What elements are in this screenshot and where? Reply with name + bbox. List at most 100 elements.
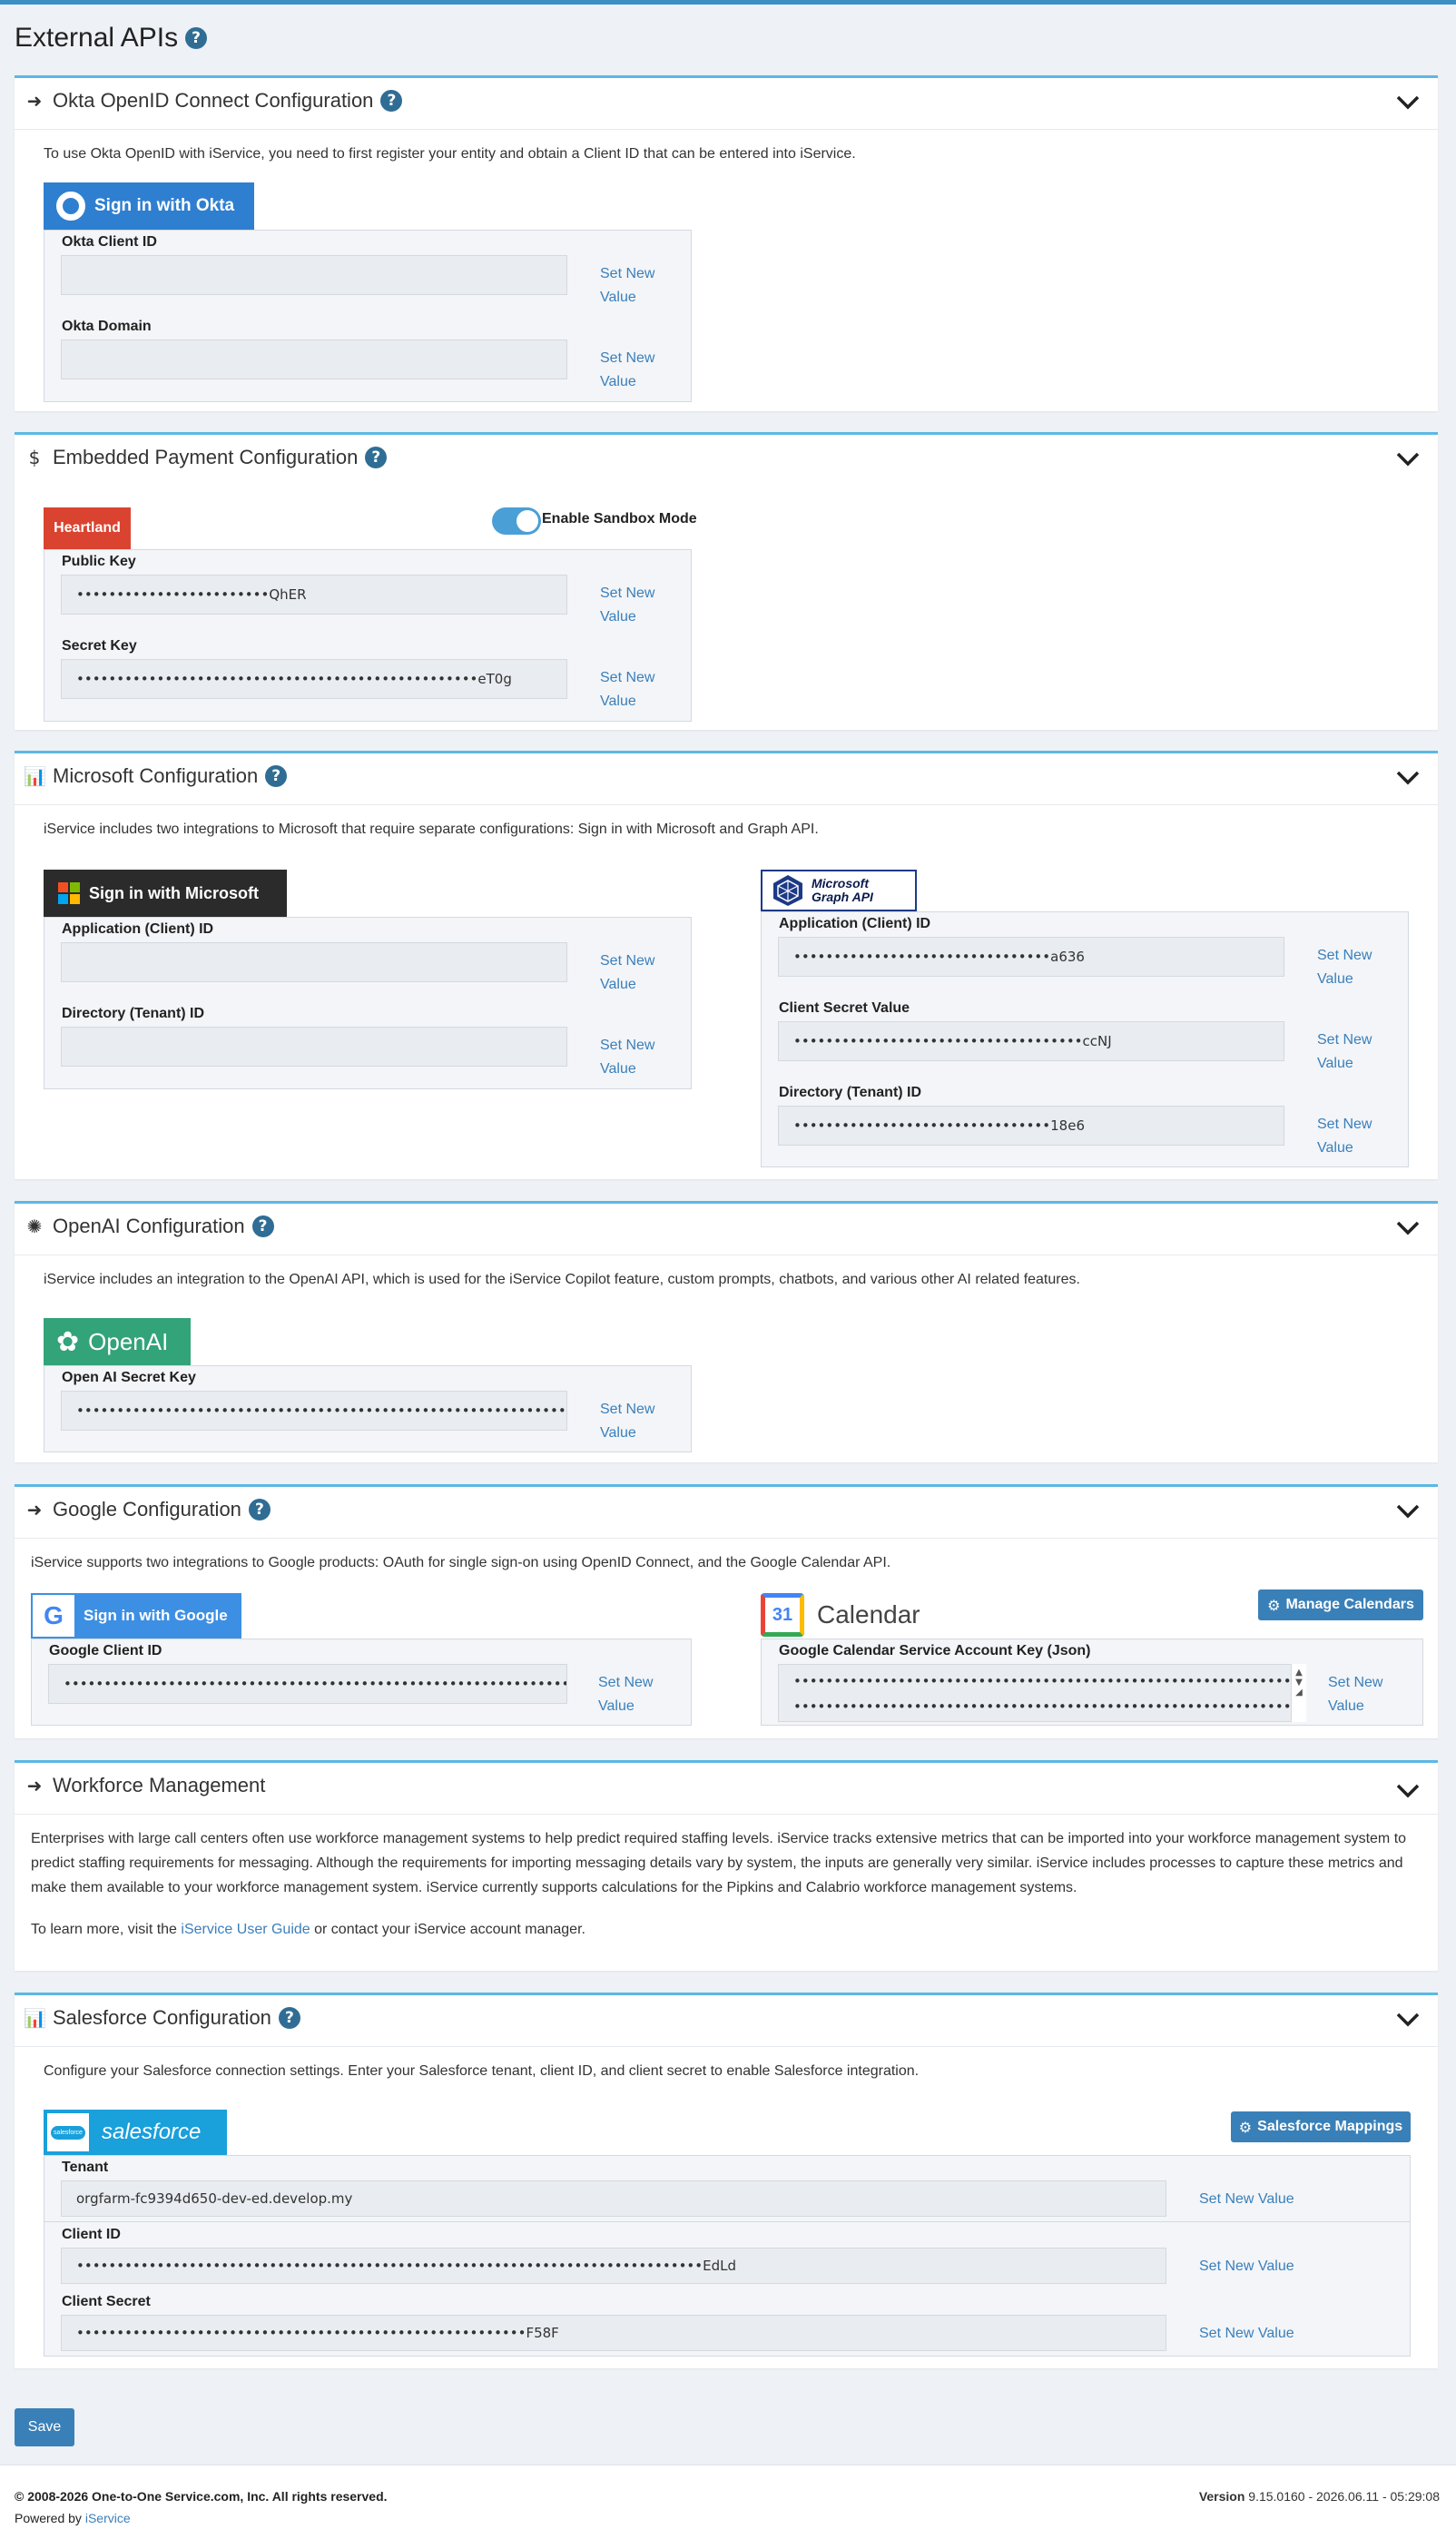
okta-domain-set-new-value-link[interactable]: Set New Value [600,347,654,394]
value-text: Value [600,694,636,709]
value-text: Value [600,1425,636,1441]
textarea-scrollbar[interactable]: ▲ ▼ ◢ [1292,1664,1306,1722]
value-text: Value [600,1061,636,1077]
help-icon[interactable]: ? [251,1215,274,1237]
client-secret-label: Client Secret [62,2294,151,2309]
google-panel-header[interactable]: ➜ Google Configuration ? [24,1498,271,1521]
calendar-service-key-label: Google Calendar Service Account Key (Jso… [779,1643,1091,1658]
graph-directory-tenant-id-set-new-value-link[interactable]: Set New Value [1317,1113,1372,1160]
divider [15,1814,1438,1815]
chevron-down-icon[interactable] [1394,91,1422,113]
sandbox-mode-label: Enable Sandbox Mode [542,511,697,526]
okta-badge-label: Sign in with Okta [94,196,235,215]
secret-key-set-new-value-link[interactable]: Set New Value [600,666,654,713]
graph-app-client-id-set-new-value-link[interactable]: Set New Value [1317,944,1372,991]
workforce-panel-header[interactable]: ➜ Workforce Management [24,1774,266,1797]
learn-more-prefix: To learn more, visit the [31,1922,182,1937]
public-key-field[interactable]: ••••••••••••••••••••••••QhER [61,575,567,615]
tenant-field[interactable]: orgfarm-fc9394d650-dev-ed.develop.my [61,2180,1166,2217]
directory-tenant-id-set-new-value-link[interactable]: Set New Value [600,1034,654,1081]
tenant-set-new-value-link[interactable]: Set New Value [1199,2188,1294,2211]
help-icon[interactable]: ? [380,90,403,112]
client-id-set-new-value-link[interactable]: Set New Value [1199,2255,1294,2278]
graph-client-secret-field[interactable]: ••••••••••••••••••••••••••••••••••••ccNJ [778,1021,1284,1061]
google-client-id-set-new-value-link[interactable]: Set New Value [598,1671,653,1718]
divider [15,804,1438,805]
page-title: External APIs ? [15,23,208,54]
chevron-down-icon[interactable] [1394,448,1422,469]
google-client-id-field[interactable]: ••••••••••••••••••••••••••••••••••••••••… [48,1664,567,1704]
google-signin-fields-box: Google Client ID •••••••••••••••••••••••… [31,1639,692,1726]
calendar-service-key-textarea[interactable]: ••••••••••••••••••••••••••••••••••••••••… [778,1664,1292,1722]
user-guide-link[interactable]: iService User Guide [181,1922,310,1937]
help-icon[interactable]: ? [365,447,388,468]
graph-app-client-id-field[interactable]: ••••••••••••••••••••••••••••••••a636 [778,937,1284,977]
microsoft-badge-label: Sign in with Microsoft [89,883,259,902]
chevron-down-icon[interactable] [1394,1779,1422,1801]
google-logo-icon: G [33,1595,74,1637]
microsoft-panel-header[interactable]: 📊 Microsoft Configuration ? [24,764,288,788]
calendar-service-key-set-new-value-link[interactable]: Set New Value [1328,1671,1382,1718]
okta-logo-icon [56,192,85,221]
sign-in-icon: ➜ [26,90,43,112]
set-new-text: Set New [1317,948,1372,963]
okta-description: To use Okta OpenID with iService, you ne… [44,146,856,162]
help-icon[interactable]: ? [185,27,208,49]
app-client-id-field[interactable] [61,942,567,982]
client-secret-field[interactable]: ••••••••••••••••••••••••••••••••••••••••… [61,2315,1166,2351]
divider [15,129,1438,130]
heartland-badge-label: Heartland [54,520,121,536]
client-id-field[interactable]: ••••••••••••••••••••••••••••••••••••••••… [61,2248,1166,2284]
openai-secret-key-field[interactable]: ••••••••••••••••••••••••••••••••••••••••… [61,1391,567,1431]
salesforce-panel-header[interactable]: 📊 Salesforce Configuration ? [24,2006,300,2030]
openai-badge: ✿ OpenAI [44,1318,191,1365]
sign-in-icon: ➜ [26,1775,43,1796]
app-client-id-set-new-value-link[interactable]: Set New Value [600,950,654,997]
okta-panel-header[interactable]: ➜ Okta OpenID Connect Configuration ? [24,89,403,113]
powered-by-label: Powered by [15,2511,85,2525]
iservice-link[interactable]: iService [85,2511,131,2525]
help-icon[interactable]: ? [265,765,288,787]
payment-panel-title: Embedded Payment Configuration [53,446,359,468]
chevron-down-icon[interactable] [1394,766,1422,788]
openai-secret-key-set-new-value-link[interactable]: Set New Value [600,1398,654,1445]
salesforce-mappings-button[interactable]: ⚙ Salesforce Mappings [1231,2111,1411,2142]
graph-client-secret-set-new-value-link[interactable]: Set New Value [1317,1028,1372,1076]
payment-panel-header[interactable]: $ Embedded Payment Configuration ? [24,446,388,469]
chevron-down-icon[interactable] [1394,2008,1422,2030]
chevron-down-icon[interactable] [1394,1216,1422,1238]
okta-domain-field[interactable] [61,340,567,379]
salesforce-badge-label: salesforce [102,2120,202,2144]
help-icon[interactable]: ? [248,1499,271,1520]
graph-badge-line-1: Microsoft [812,876,869,891]
okta-client-id-field[interactable] [61,255,567,295]
openai-panel-header[interactable]: ✺ OpenAI Configuration ? [24,1215,274,1238]
directory-tenant-id-field[interactable] [61,1027,567,1067]
graph-api-logo-icon [773,875,802,906]
public-key-set-new-value-link[interactable]: Set New Value [600,582,654,629]
footer: © 2008-2026 One-to-One Service.com, Inc.… [0,2465,1456,2539]
chevron-down-icon[interactable] [1394,1500,1422,1521]
graph-directory-tenant-id-field[interactable]: ••••••••••••••••••••••••••••••••18e6 [778,1106,1284,1146]
manage-calendars-button[interactable]: ⚙ Manage Calendars [1258,1589,1423,1620]
help-icon[interactable]: ? [278,2007,300,2029]
graph-api-fields-box: Application (Client) ID ••••••••••••••••… [761,911,1409,1167]
okta-panel: ➜ Okta OpenID Connect Configuration ? To… [15,75,1438,411]
set-new-text: Set New [1328,1675,1383,1690]
service-key-line-1: ••••••••••••••••••••••••••••••••••••••••… [793,1673,1292,1689]
set-new-text: Set New [600,350,655,366]
version-value: 9.15.0160 - 2026.06.11 - 05:29:08 [1244,2489,1440,2504]
google-client-id-label: Google Client ID [49,1643,162,1658]
openai-fields-box: Open AI Secret Key •••••••••••••••••••••… [44,1365,692,1452]
microsoft-panel: 📊 Microsoft Configuration ? iService inc… [15,751,1438,1179]
openai-logo-icon: ✿ [56,1325,80,1358]
value-text: Value [600,609,636,625]
heartland-badge: Heartland [44,507,131,549]
openai-description: iService includes an integration to the … [44,1272,1080,1287]
save-button[interactable]: Save [15,2408,74,2446]
sandbox-mode-toggle[interactable] [492,507,541,535]
secret-key-field[interactable]: ••••••••••••••••••••••••••••••••••••••••… [61,659,567,699]
client-secret-set-new-value-link[interactable]: Set New Value [1199,2322,1294,2346]
copyright-text: © 2008-2026 One-to-One Service.com, Inc.… [15,2489,388,2504]
okta-client-id-set-new-value-link[interactable]: Set New Value [600,262,654,310]
